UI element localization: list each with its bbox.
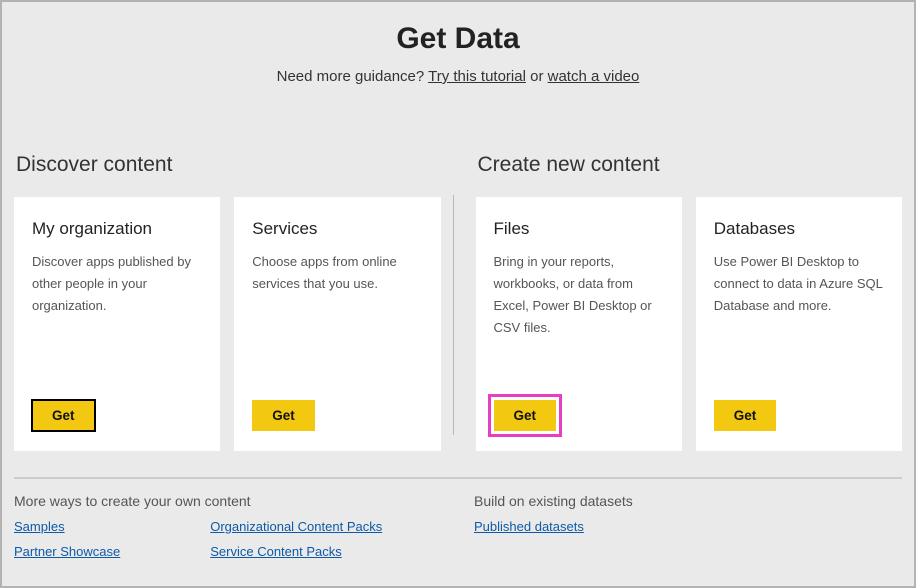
get-button-databases[interactable]: Get xyxy=(714,400,777,431)
card-desc: Bring in your reports, workbooks, or dat… xyxy=(494,251,664,400)
tutorial-link[interactable]: Try this tutorial xyxy=(428,68,526,85)
card-desc: Discover apps published by other people … xyxy=(32,251,202,400)
footer-left-heading: More ways to create your own content xyxy=(14,493,442,509)
published-datasets-link[interactable]: Published datasets xyxy=(474,519,902,534)
subtitle: Need more guidance? Try this tutorial or… xyxy=(12,68,904,85)
card-title: Services xyxy=(252,219,422,239)
create-heading: Create new content xyxy=(476,153,903,177)
card-title: Files xyxy=(494,219,664,239)
card-title: My organization xyxy=(32,219,202,239)
card-services: Services Choose apps from online service… xyxy=(234,197,440,451)
get-button-services[interactable]: Get xyxy=(252,400,315,431)
get-button-organization[interactable]: Get xyxy=(32,400,95,431)
discover-heading: Discover content xyxy=(14,153,441,177)
get-button-files[interactable]: Get xyxy=(494,400,557,431)
card-databases: Databases Use Power BI Desktop to connec… xyxy=(696,197,902,451)
subtitle-prefix: Need more guidance? xyxy=(277,68,429,85)
card-title: Databases xyxy=(714,219,884,239)
page-title: Get Data xyxy=(12,22,904,56)
footer-divider xyxy=(14,477,902,479)
org-content-packs-link[interactable]: Organizational Content Packs xyxy=(210,519,382,534)
card-desc: Choose apps from online services that yo… xyxy=(252,251,422,400)
samples-link[interactable]: Samples xyxy=(14,519,120,534)
partner-showcase-link[interactable]: Partner Showcase xyxy=(14,544,120,559)
video-link[interactable]: watch a video xyxy=(548,68,640,85)
vertical-divider xyxy=(453,195,454,435)
footer-right-heading: Build on existing datasets xyxy=(474,493,902,509)
card-my-organization: My organization Discover apps published … xyxy=(14,197,220,451)
card-desc: Use Power BI Desktop to connect to data … xyxy=(714,251,884,400)
service-content-packs-link[interactable]: Service Content Packs xyxy=(210,544,382,559)
card-files: Files Bring in your reports, workbooks, … xyxy=(476,197,682,451)
subtitle-middle: or xyxy=(526,68,548,85)
